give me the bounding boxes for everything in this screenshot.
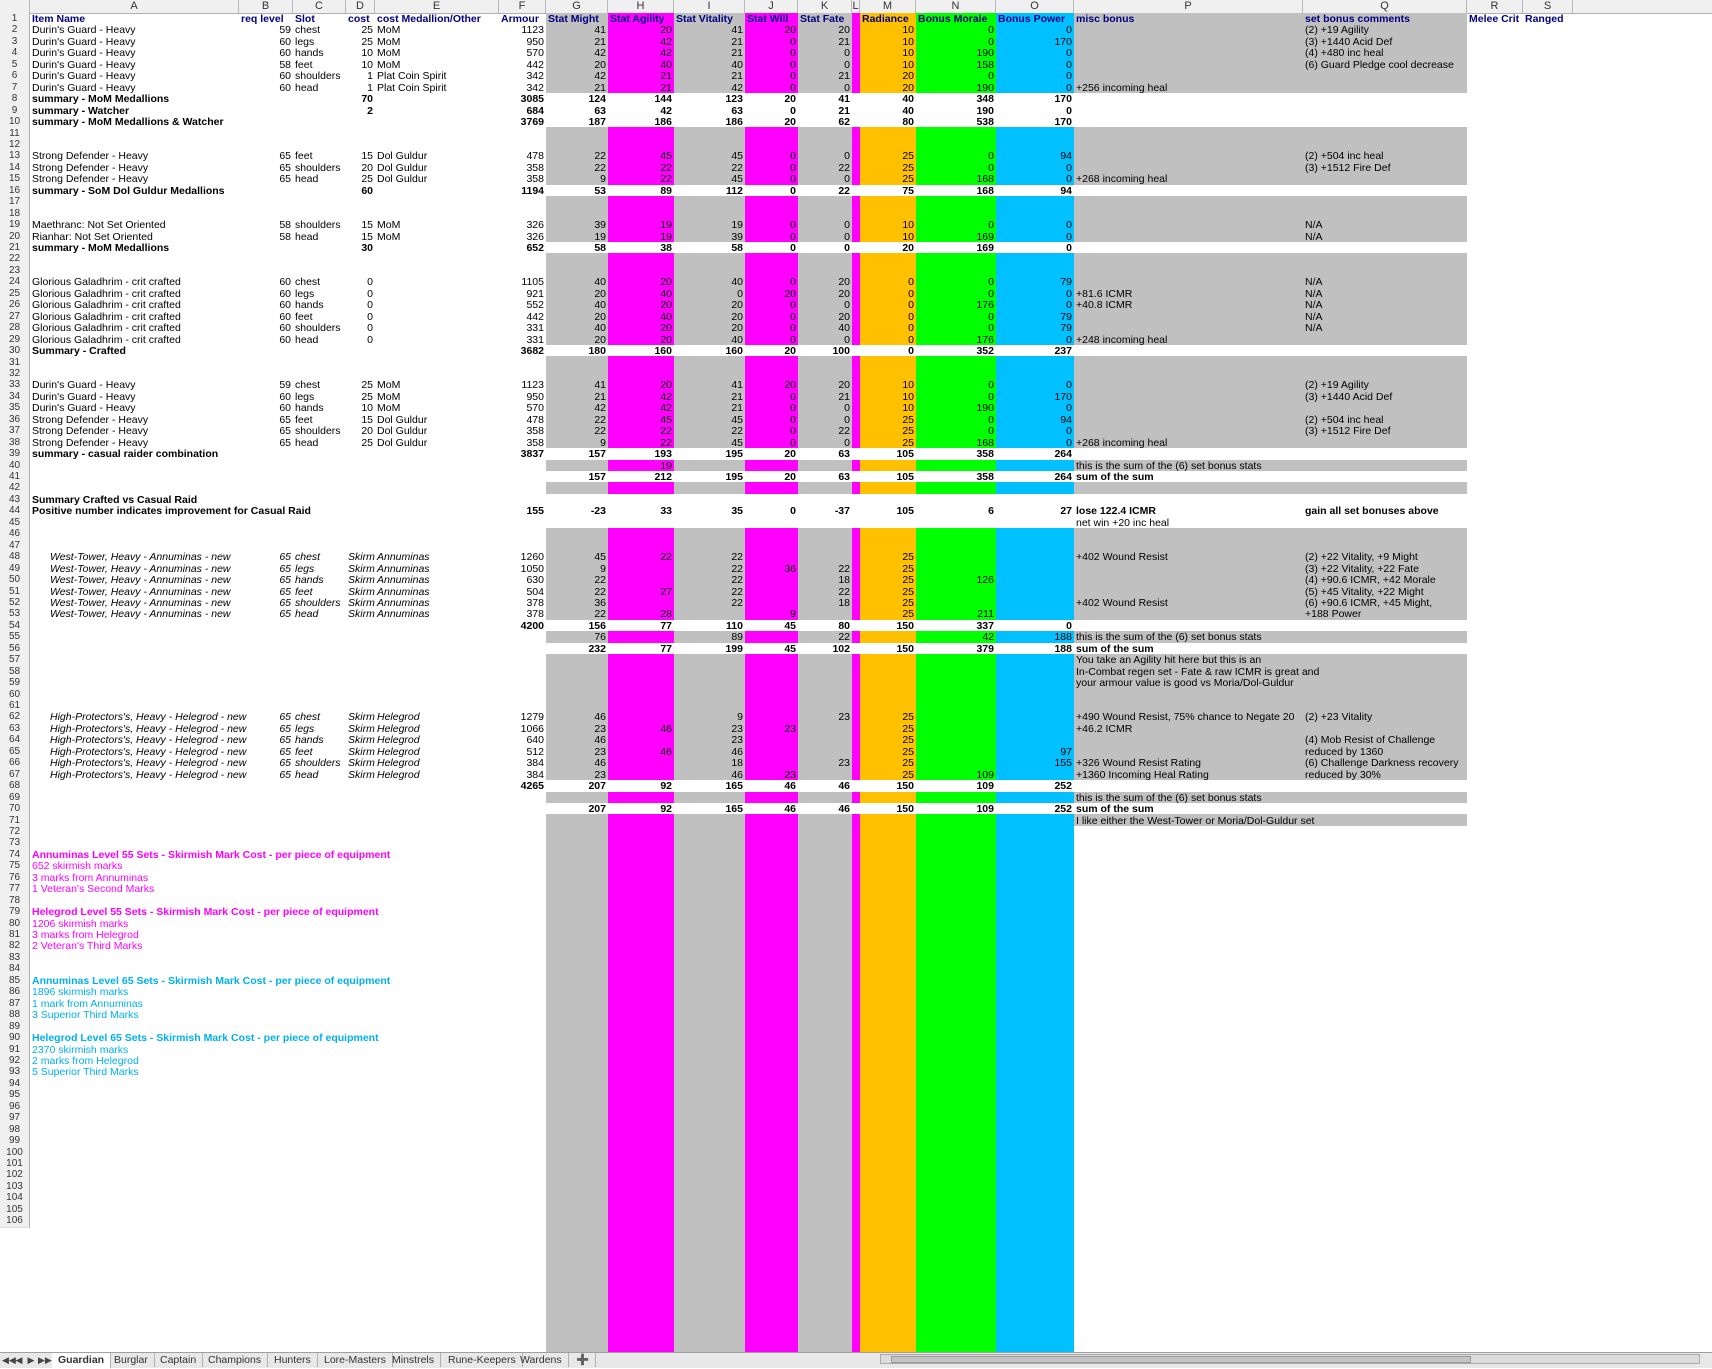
sheet-tab-lore-masters[interactable]: Lore-Masters [318, 1353, 393, 1367]
column-header-j[interactable]: J [745, 0, 798, 13]
column-header-e[interactable]: E [375, 0, 499, 13]
column-header-c[interactable]: C [293, 0, 346, 13]
column-header-row: ABCDEFGHIJKLMNOPQRS [0, 0, 1712, 14]
scrollbar-thumb[interactable] [891, 1356, 1471, 1363]
column-header-d[interactable]: D [346, 0, 375, 13]
column-header-k[interactable]: K [798, 0, 852, 13]
select-all-corner[interactable] [0, 0, 30, 13]
column-header-s[interactable]: S [1523, 0, 1573, 13]
sheet-tab-burglar[interactable]: Burglar [108, 1353, 155, 1367]
column-header-m[interactable]: M [860, 0, 916, 13]
column-header-g[interactable]: G [546, 0, 608, 13]
column-header-h[interactable]: H [608, 0, 674, 13]
sheet-tab-captain[interactable]: Captain [154, 1353, 204, 1367]
column-header-p[interactable]: P [1074, 0, 1303, 13]
sheet-tab-minstrels[interactable]: Minstrels [386, 1353, 442, 1367]
column-header-o[interactable]: O [996, 0, 1074, 13]
last-sheet-icon[interactable]: ▶▶ [38, 1354, 52, 1366]
sheet-tab-champions[interactable]: Champions [202, 1353, 269, 1367]
row-number[interactable]: 106 [0, 1215, 30, 1228]
sheet-tab-wardens[interactable]: Wardens [514, 1353, 569, 1367]
prev-sheet-icon[interactable]: ◀ [14, 1354, 24, 1366]
table-row [30, 1215, 1712, 1228]
column-header-l[interactable]: L [852, 0, 860, 13]
next-sheet-icon[interactable]: ▶ [26, 1354, 36, 1366]
first-sheet-icon[interactable]: ◀◀ [2, 1354, 16, 1366]
horizontal-scrollbar[interactable] [880, 1354, 1700, 1364]
column-header-q[interactable]: Q [1303, 0, 1467, 13]
column-header-b[interactable]: B [239, 0, 293, 13]
column-header-a[interactable]: A [30, 0, 239, 13]
column-header-i[interactable]: I [674, 0, 745, 13]
sheet-tab-hunters[interactable]: Hunters [268, 1353, 318, 1367]
sheet-tab-rune-keepers[interactable]: Rune-Keepers [442, 1353, 523, 1367]
column-header-f[interactable]: F [499, 0, 546, 13]
summary-row-background [30, 493, 1467, 506]
insert-sheet-icon[interactable]: ➕ [570, 1353, 597, 1367]
column-header-r[interactable]: R [1467, 0, 1523, 13]
column-header-n[interactable]: N [916, 0, 996, 13]
spreadsheet-grid[interactable]: ABCDEFGHIJKLMNOPQRS 1 Item Name req level S… [0, 0, 1712, 1358]
